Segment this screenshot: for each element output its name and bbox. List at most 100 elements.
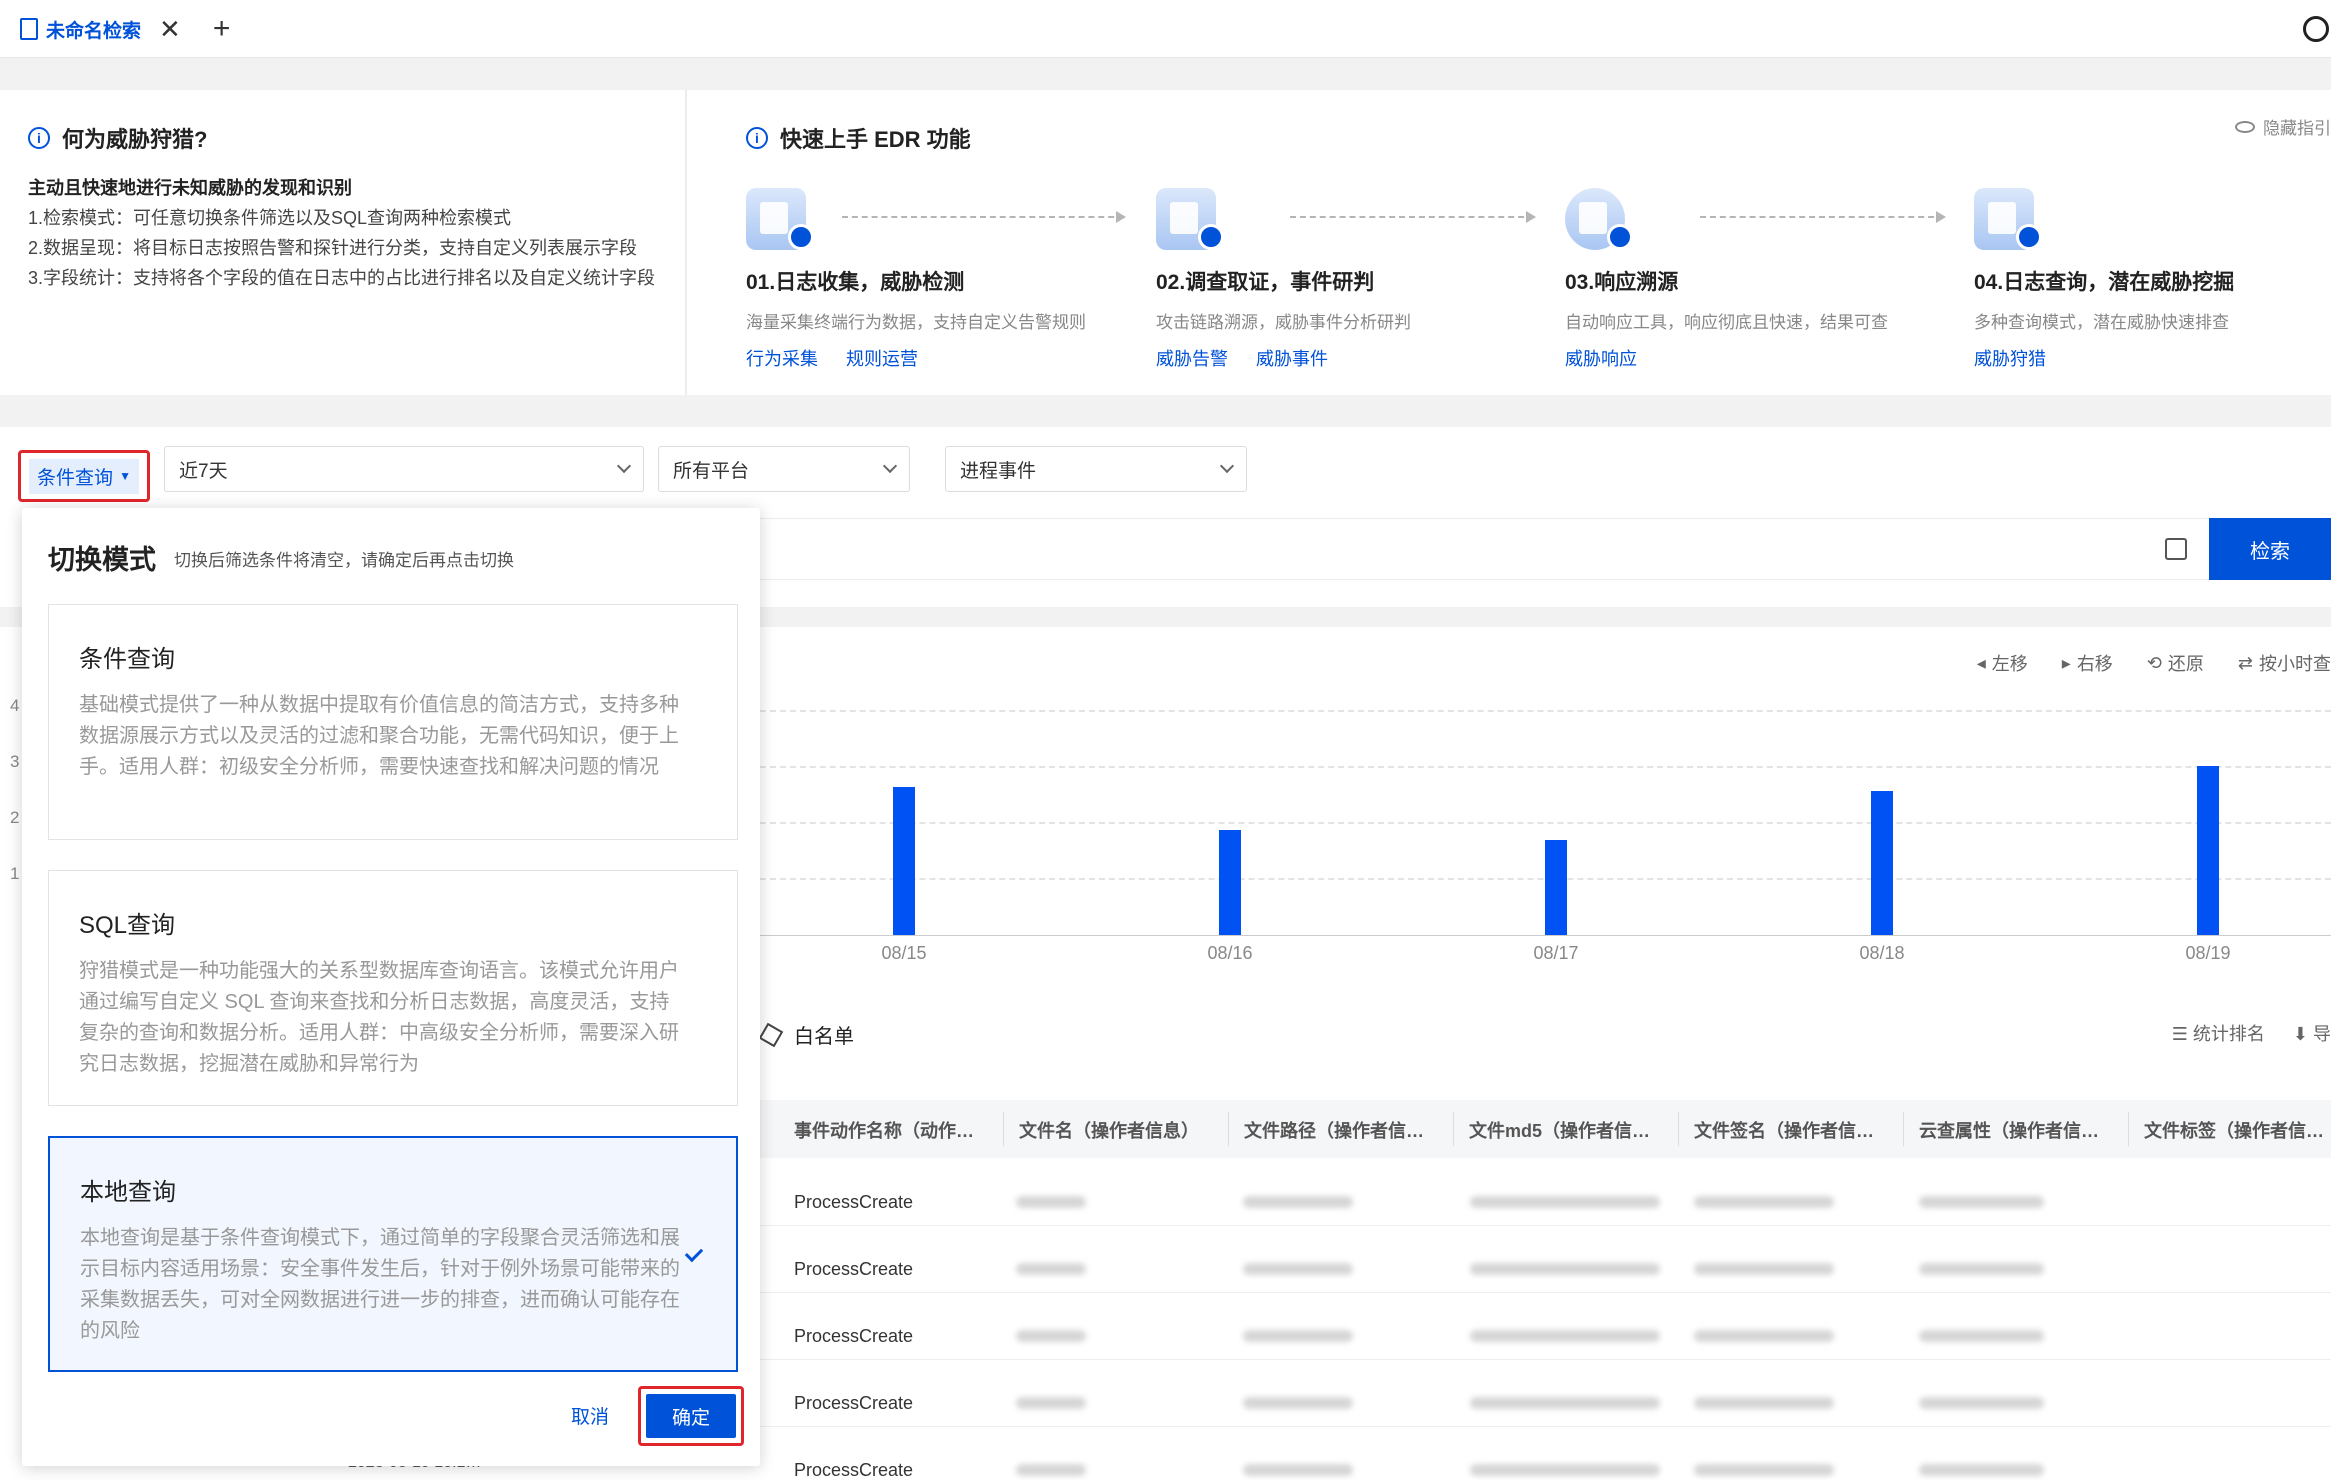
table-toolbar: ☰ 统计排名 ⬇ 导 — [2172, 1020, 2331, 1046]
chart-bar[interactable] — [2197, 766, 2219, 935]
tab-unnamed-search[interactable]: 未命名检索 ✕ + — [20, 12, 230, 46]
link-threat-response[interactable]: 威胁响应 — [1565, 345, 1637, 371]
step-card: 03.响应溯源 自动响应工具，响应彻底且快速，结果可查 威胁响应 — [1565, 182, 1955, 371]
step-arrow — [1290, 211, 1536, 223]
link-rule-ops[interactable]: 规则运营 — [846, 345, 918, 371]
step-desc: 攻击链路溯源，威胁事件分析研判 — [1156, 313, 1411, 332]
mode-card-condition[interactable]: 条件查询 基础模式提供了一种从数据中提取有价值信息的简洁方式，支持多种数据源展示… — [48, 604, 738, 840]
quickstart-title: 快速上手 EDR 功能 — [780, 127, 971, 152]
x-tick-label: 08/18 — [1859, 943, 1905, 963]
move-right-button[interactable]: ▸ 右移 — [2062, 650, 2113, 676]
export-button[interactable]: ⬇ 导 — [2293, 1020, 2331, 1046]
redacted-cell — [1919, 1397, 2044, 1409]
redacted-cell — [1919, 1464, 2044, 1476]
column-header[interactable]: 文件路径（操作者信… — [1244, 1117, 1444, 1143]
column-divider[interactable] — [1678, 1112, 1679, 1146]
save-icon[interactable] — [2165, 538, 2187, 560]
query-mode-label: 条件查询 — [37, 467, 114, 489]
step-card: 02.调查取证，事件研判 攻击链路溯源，威胁事件分析研判 威胁告警 威胁事件 — [1156, 182, 1546, 371]
column-header[interactable]: 文件标签（操作者信… — [2144, 1117, 2331, 1143]
step-title: 02.调查取证，事件研判 — [1156, 271, 1375, 294]
column-header[interactable]: 文件名（操作者信息） — [1019, 1117, 1219, 1143]
column-divider[interactable] — [2128, 1112, 2129, 1146]
add-tab-icon[interactable]: + — [213, 12, 231, 46]
redacted-cell — [1243, 1464, 1353, 1476]
column-divider[interactable] — [1453, 1112, 1454, 1146]
confirm-button[interactable]: 确定 — [646, 1394, 736, 1438]
column-header[interactable]: 事件动作名称（动作… — [794, 1117, 994, 1143]
hide-guide-button[interactable]: 隐藏指引 — [2235, 114, 2331, 139]
history-clock-icon[interactable] — [2303, 16, 2329, 42]
switch-mode-popover: 切换模式 切换后筛选条件将清空，请确定后再点击切换 条件查询 基础模式提供了一种… — [22, 508, 760, 1466]
step-desc: 多种查询模式，潜在威胁快速排查 — [1974, 313, 2229, 332]
redacted-cell — [1243, 1263, 1353, 1275]
mode-card-desc: 基础模式提供了一种从数据中提取有价值信息的简洁方式，支持多种数据源展示方式以及灵… — [79, 694, 679, 778]
column-header[interactable]: 文件md5（操作者信… — [1469, 1117, 1669, 1143]
threat-hunting-intro: i 何为威胁狩猎? 主动且快速地进行未知威胁的发现和识别 1.检索模式：可任意切… — [0, 90, 687, 395]
mode-card-sql[interactable]: SQL查询 狩猎模式是一种功能强大的关系型数据库查询语言。该模式允许用户通过编写… — [48, 870, 738, 1106]
y-tick: 1 — [10, 864, 20, 883]
chevron-down-icon — [882, 458, 898, 474]
step-desc: 自动响应工具，响应彻底且快速，结果可查 — [1565, 313, 1888, 332]
chart-bar[interactable] — [1219, 829, 1241, 935]
redacted-cell — [1016, 1464, 1086, 1476]
eye-off-icon — [2235, 120, 2255, 133]
chart-bar[interactable] — [893, 787, 915, 935]
event-action-cell: ProcessCreate — [794, 1393, 914, 1413]
popover-title: 切换模式 — [48, 545, 156, 575]
search-condition-input[interactable] — [760, 518, 2331, 580]
query-mode-toggle[interactable]: 条件查询 ▼ — [18, 450, 150, 502]
column-divider[interactable] — [1228, 1112, 1229, 1146]
platform-select[interactable]: 所有平台 — [658, 446, 910, 492]
step-title: 01.日志收集，威胁检测 — [746, 271, 965, 294]
column-divider[interactable] — [1903, 1112, 1904, 1146]
time-range-select[interactable]: 近7天 — [164, 446, 644, 492]
redacted-cell — [1694, 1397, 1834, 1409]
log-query-illustration — [1974, 182, 2044, 252]
step-arrow — [1700, 211, 1946, 223]
column-header[interactable]: 文件签名（操作者信… — [1694, 1117, 1894, 1143]
hourly-button[interactable]: ⇄ 按小时查 — [2238, 650, 2331, 676]
step-card: 01.日志收集，威胁检测 海量采集终端行为数据，支持自定义告警规则 行为采集 规… — [746, 182, 1136, 371]
reset-button[interactable]: ⟲ 还原 — [2147, 650, 2204, 676]
redacted-cell — [1470, 1330, 1660, 1342]
mode-card-local[interactable]: 本地查询 本地查询是基于条件查询模式下，通过简单的字段聚合灵活筛选和展示目标内容… — [48, 1136, 738, 1372]
move-left-button[interactable]: ◂ 左移 — [1977, 650, 2028, 676]
chart-bar[interactable] — [1545, 840, 1567, 935]
column-divider[interactable] — [1003, 1112, 1004, 1146]
column-header[interactable]: 云查属性（操作者信… — [1919, 1117, 2119, 1143]
link-threat-events[interactable]: 威胁事件 — [1256, 345, 1328, 371]
intro-line: 3.字段统计：支持将各个字段的值在日志中的占比进行排名以及自定义统计字段 — [28, 268, 656, 288]
chart-bar[interactable] — [1871, 790, 1893, 935]
event-type-select[interactable]: 进程事件 — [945, 446, 1247, 492]
gridline — [760, 766, 2331, 768]
link-threat-alerts[interactable]: 威胁告警 — [1156, 345, 1228, 371]
redacted-cell — [1016, 1196, 1086, 1208]
redacted-cell — [1919, 1196, 2044, 1208]
chevron-down-icon — [616, 458, 632, 474]
step-desc: 海量采集终端行为数据，支持自定义告警规则 — [746, 313, 1086, 332]
x-tick-label: 08/19 — [2185, 943, 2231, 963]
search-button[interactable]: 检索 — [2209, 518, 2331, 580]
x-tick-label: 08/15 — [881, 943, 927, 963]
investigation-illustration — [1156, 182, 1226, 252]
redacted-cell — [1694, 1196, 1834, 1208]
link-behavior-collect[interactable]: 行为采集 — [746, 345, 818, 371]
redacted-cell — [1470, 1196, 1660, 1208]
y-tick: 3 — [10, 752, 20, 771]
stats-ranking-button[interactable]: ☰ 统计排名 — [2172, 1020, 2265, 1046]
step-card: 04.日志查询，潜在威胁挖掘 多种查询模式，潜在威胁快速排查 威胁狩猎 — [1974, 182, 2331, 371]
link-threat-hunting[interactable]: 威胁狩猎 — [1974, 345, 2046, 371]
cancel-button[interactable]: 取消 — [552, 1395, 628, 1435]
event-action-cell: ProcessCreate — [794, 1460, 914, 1480]
response-illustration — [1565, 182, 1635, 252]
mode-card-title: SQL查询 — [79, 912, 176, 939]
row-divider — [760, 1292, 2331, 1293]
redacted-cell — [1470, 1397, 1660, 1409]
intro-subtitle: 主动且快速地进行未知威胁的发现和识别 — [28, 178, 352, 198]
mode-card-desc: 本地查询是基于条件查询模式下，通过简单的字段聚合灵活筛选和展示目标内容适用场景：… — [80, 1227, 680, 1342]
whitelist-tab[interactable]: 白名单 — [758, 1020, 854, 1049]
close-tab-icon[interactable]: ✕ — [159, 14, 181, 45]
intro-line: 2.数据呈现：将目标日志按照告警和探针进行分类，支持自定义列表展示字段 — [28, 238, 638, 258]
tab-title: 未命名检索 — [46, 20, 142, 42]
